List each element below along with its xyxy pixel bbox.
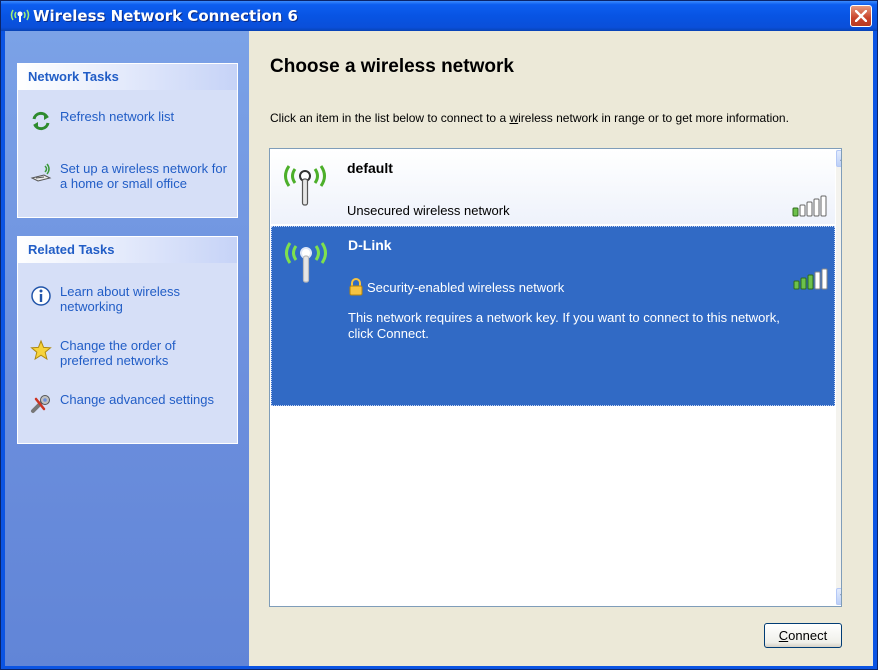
scroll-up-button[interactable] [836, 150, 841, 167]
connect-mnemonic: C [778, 628, 789, 643]
info-icon [31, 286, 51, 306]
network-security-text: Security-enabled wireless network [367, 280, 565, 295]
task-pane: Network Tasks Refresh network list Set u… [5, 31, 249, 666]
connect-button[interactable]: Connect [764, 623, 842, 648]
network-list[interactable]: default Unsecured wireless network D-Lin… [269, 148, 842, 607]
network-security-text: Unsecured wireless network [347, 203, 510, 218]
connect-label: onnect [788, 628, 828, 643]
refresh-icon [32, 111, 50, 131]
chevron-down-icon [840, 594, 841, 596]
window-title: Wireless Network Connection 6 [33, 7, 298, 25]
chevron-up-icon [840, 159, 841, 161]
scroll-down-button[interactable] [836, 588, 841, 605]
network-tasks-heading: Network Tasks [28, 69, 119, 84]
change-network-order-label: Change the order of preferred networks [60, 338, 176, 368]
wireless-antenna-icon [10, 9, 30, 22]
setup-wizard-icon [30, 163, 52, 182]
settings-icon [31, 395, 50, 413]
signal-strength-icon [793, 268, 828, 290]
related-tasks-header[interactable]: Related Tasks [18, 237, 237, 263]
network-name: default [347, 160, 393, 176]
instructions-part2: ireless network in range or to get more … [518, 111, 789, 125]
network-name: D-Link [348, 237, 392, 253]
change-advanced-settings-link[interactable]: Change advanced settings [26, 391, 231, 427]
instructions-text: Click an item in the list below to conne… [270, 111, 830, 125]
network-item-default[interactable]: default Unsecured wireless network [271, 150, 835, 224]
refresh-network-list-link[interactable]: Refresh network list [26, 108, 231, 144]
related-tasks-panel: Related Tasks Learn about wireless netwo… [17, 236, 238, 444]
title-bar[interactable]: Wireless Network Connection 6 [1, 1, 877, 31]
related-tasks-heading: Related Tasks [28, 242, 115, 257]
network-tasks-panel: Network Tasks Refresh network list Set u… [17, 63, 238, 218]
close-icon [855, 10, 867, 22]
wireless-network-window: Wireless Network Connection 6 Network Ta… [0, 0, 878, 670]
close-button[interactable] [850, 5, 872, 27]
change-advanced-settings-label: Change advanced settings [60, 392, 214, 407]
instructions-part1: Click an item in the list below to conne… [270, 111, 510, 125]
setup-wireless-network-label: Set up a wireless network for a home or … [60, 161, 227, 191]
refresh-network-list-label: Refresh network list [60, 109, 175, 124]
network-item-dlink[interactable]: D-Link Security-enabled wireless network… [271, 226, 835, 406]
wireless-antenna-icon [284, 165, 326, 206]
signal-strength-icon [792, 195, 827, 217]
instructions-mnemonic: w [509, 111, 519, 125]
main-content: Choose a wireless network Click an item … [249, 31, 873, 666]
page-title: Choose a wireless network [270, 56, 514, 77]
client-area: Network Tasks Refresh network list Set u… [5, 31, 873, 666]
setup-wireless-network-link[interactable]: Set up a wireless network for a home or … [26, 160, 231, 196]
vertical-scrollbar[interactable] [835, 150, 841, 605]
learn-about-wireless-label: Learn about wireless networking [60, 284, 180, 314]
change-network-order-link[interactable]: Change the order of preferred networks [26, 337, 231, 373]
network-tasks-header[interactable]: Network Tasks [18, 64, 237, 90]
star-icon [30, 339, 52, 361]
lock-icon [349, 278, 363, 296]
network-detail-text: This network requires a network key. If … [348, 310, 780, 341]
wireless-antenna-icon [285, 242, 327, 283]
learn-about-wireless-link[interactable]: Learn about wireless networking [26, 283, 231, 319]
